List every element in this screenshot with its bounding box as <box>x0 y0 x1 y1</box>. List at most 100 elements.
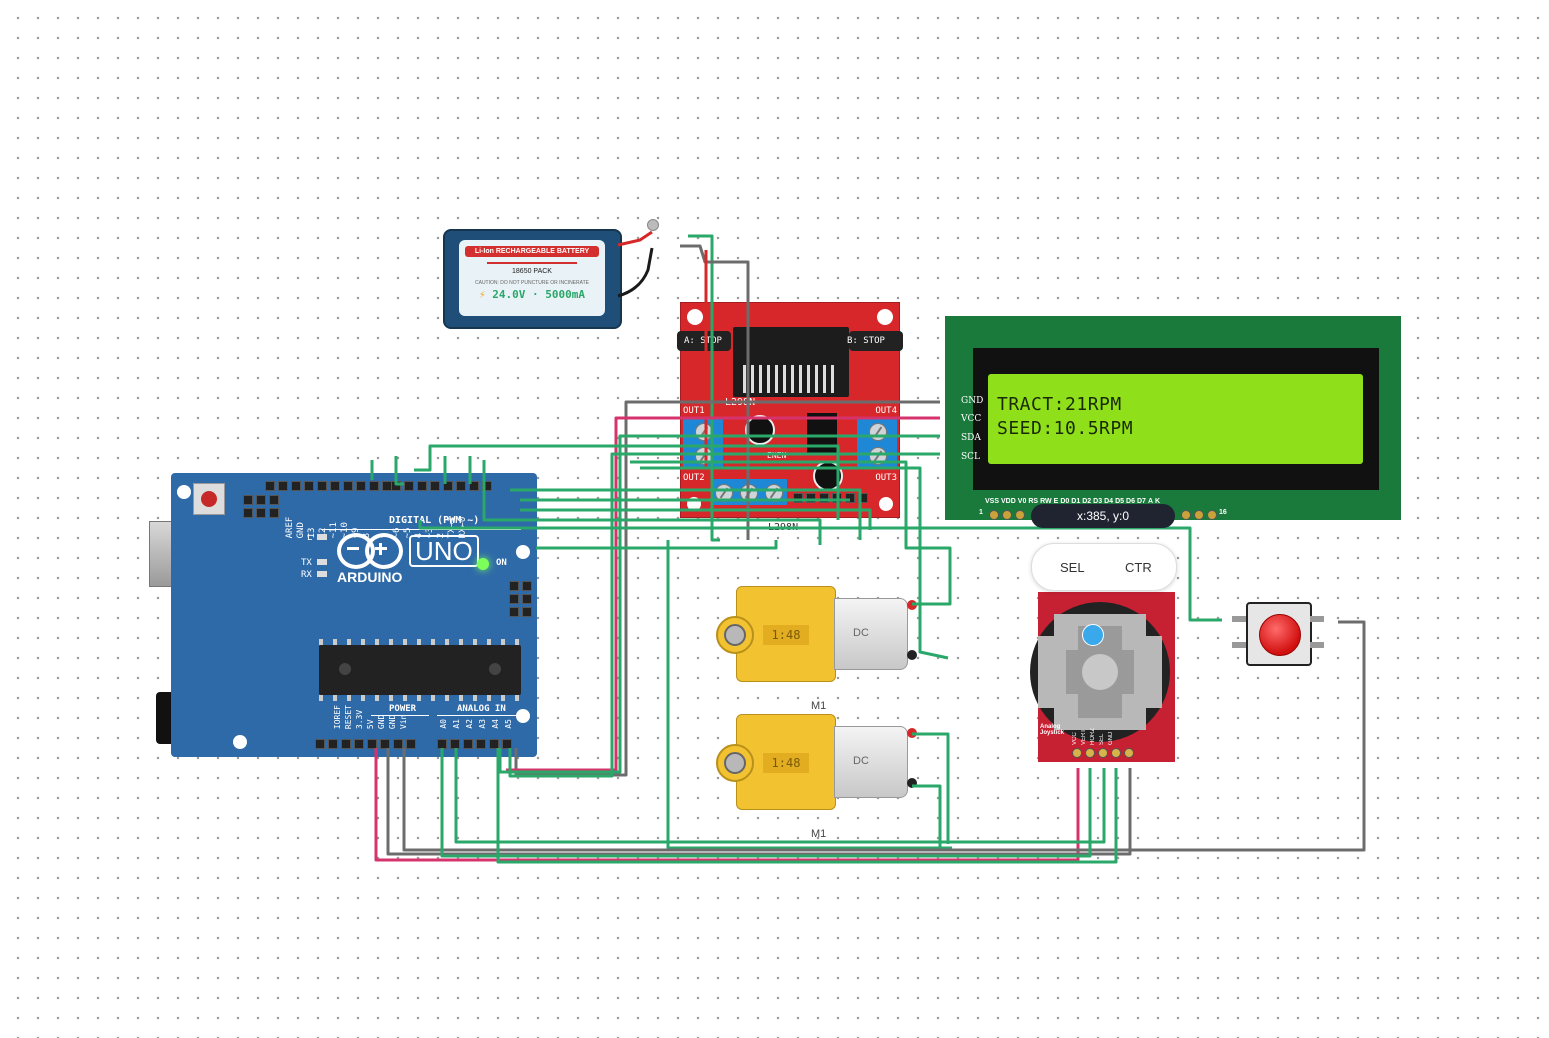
push-button-leg-br <box>1310 642 1324 648</box>
pin-gnd-1: GND <box>377 714 386 730</box>
mount-hole <box>177 485 191 499</box>
screw-icon[interactable] <box>869 423 887 441</box>
pin-a3: A3 <box>478 719 487 729</box>
joystick-pin-horz: HORZ <box>1090 728 1096 745</box>
regulator <box>807 413 837 455</box>
wire-motor2-neg[interactable] <box>912 784 942 850</box>
screw-icon[interactable] <box>869 447 887 465</box>
pin-gnd-2: GND <box>388 714 397 730</box>
pin-a4: A4 <box>491 719 500 729</box>
analog-joystick[interactable]: Analog Joystick VCC VERT HORZ SEL GND <box>1030 592 1175 762</box>
digital-label: DIGITAL (PWM ~) <box>389 515 480 526</box>
wire-d-11[interactable] <box>536 540 778 550</box>
motor-type: DC <box>853 755 869 767</box>
battery-black-lead[interactable] <box>617 247 654 298</box>
power-header[interactable] <box>315 739 416 749</box>
motor-pos-terminal-icon[interactable] <box>907 728 917 738</box>
joystick-pin-vert: VERT <box>1081 729 1087 745</box>
out4-label: OUT4 <box>875 406 897 416</box>
dc-motor-1[interactable]: 1:48 DC <box>716 586 917 682</box>
digital-header-2[interactable] <box>391 481 492 491</box>
driver-bottom-label: L298N <box>768 522 799 533</box>
battery-title: Li-Ion RECHARGEABLE BATTERY <box>465 246 599 257</box>
joystick-pin-vcc: VCC <box>1072 732 1078 745</box>
joystick-header-pins[interactable] <box>1072 748 1134 758</box>
lightning-icon: ⚡ <box>479 288 486 301</box>
lcd-line-1: TRACT:21RPM <box>997 394 1122 415</box>
analog-pin-labels: A0 A1 A2 A3 A4 A5 <box>439 719 513 729</box>
lcd-screen: TRACT:21RPM SEED:10.5RPM <box>988 374 1363 464</box>
lcd-module[interactable]: TRACT:21RPM SEED:10.5RPM GND VCC SDA SCL… <box>945 316 1401 520</box>
heatsink <box>733 327 849 397</box>
screw-icon[interactable] <box>765 484 783 502</box>
screw-icon[interactable] <box>695 423 713 441</box>
motor-ratio: 1:48 <box>763 753 809 773</box>
joystick-pin-labels: VCC VERT HORZ SEL GND <box>1072 728 1114 745</box>
lcd-pin-scl[interactable]: SCL <box>961 452 980 462</box>
motor-neg-terminal-icon[interactable] <box>907 650 917 660</box>
digital-header[interactable] <box>265 481 392 491</box>
icsp-header-top <box>243 495 279 518</box>
sel-button[interactable]: SEL <box>1060 560 1085 575</box>
motor-pos-terminal-icon[interactable] <box>907 600 917 610</box>
motor-shaft-icon <box>716 616 754 654</box>
coordinate-text: x:385, y:0 <box>1076 509 1130 523</box>
led-rx <box>317 571 327 577</box>
joystick-base <box>1030 602 1170 742</box>
control-pins[interactable] <box>793 493 868 503</box>
reset-button[interactable] <box>193 483 225 515</box>
ctr-button[interactable]: CTR <box>1125 560 1152 575</box>
push-button[interactable] <box>1246 602 1312 666</box>
l298n-driver[interactable]: A: STOP B: STOP L298N OUT1 OUT4 OUT2 OUT… <box>677 302 903 518</box>
arduino-model: UNO <box>409 535 479 567</box>
joystick-knob[interactable] <box>1082 654 1118 690</box>
led-l <box>317 534 327 540</box>
battery-pack[interactable]: Li-Ion RECHARGEABLE BATTERY 18650 PACK C… <box>443 229 622 329</box>
screw-icon[interactable] <box>715 484 733 502</box>
terminal-left[interactable] <box>683 417 723 469</box>
lcd-pin-gnd[interactable]: GND <box>961 396 983 406</box>
screw-icon[interactable] <box>740 484 758 502</box>
battery-red-lead[interactable] <box>617 230 653 247</box>
pin-reset: RESET <box>344 705 353 730</box>
enable-label: ENEN <box>767 451 787 460</box>
led-tx <box>317 559 327 565</box>
motor-ratio: 1:48 <box>763 625 809 645</box>
screw-icon[interactable] <box>695 447 713 465</box>
lcd-pin-vcc[interactable]: VCC <box>961 414 981 424</box>
lcd-header-pins-right[interactable] <box>1181 510 1217 520</box>
arduino-uno[interactable]: AREF GND 13 12 ~11 ~10 ~9 8 7 ~6 ~5 4 ~3… <box>171 473 537 757</box>
lcd-header-pins[interactable] <box>989 510 1025 520</box>
pin-vdd: VDD <box>1001 498 1016 505</box>
motor-1-label: M1 <box>811 700 827 712</box>
out2-label: OUT2 <box>683 473 705 483</box>
heatsink-fins <box>743 365 839 393</box>
wire-motor2-pos[interactable] <box>912 732 950 844</box>
analog-header[interactable] <box>437 739 512 749</box>
joystick-label: Analog Joystick <box>1040 724 1065 736</box>
terminal-power[interactable] <box>711 479 787 505</box>
mount-hole-bl <box>687 497 701 511</box>
dc-motor-2[interactable]: 1:48 DC <box>716 714 917 810</box>
driver-b-label: B: STOP <box>847 336 885 346</box>
battery-caution: CAUTION: DO NOT PUNCTURE OR INCINERATE <box>475 280 589 286</box>
joystick-pin-gnd: GND <box>1108 731 1114 745</box>
terminal-right[interactable] <box>857 417 897 469</box>
pin-a5: A5 <box>504 719 513 729</box>
power-led-label: ON <box>496 558 507 568</box>
motor-neg-terminal-icon[interactable] <box>907 778 917 788</box>
analog-label: ANALOG IN <box>457 704 506 714</box>
lcd-pin-sda[interactable]: SDA <box>961 433 981 443</box>
icsp-header-right <box>509 581 533 617</box>
mount-hole <box>516 709 530 723</box>
joystick-pin-sel: SEL <box>1099 733 1105 745</box>
motor-2-label: M1 <box>811 828 827 840</box>
battery-terminal-icon[interactable] <box>647 219 659 231</box>
push-button-cap[interactable] <box>1259 614 1301 656</box>
lcd-pin-last: 16 <box>1219 509 1227 516</box>
mount-hole <box>516 545 530 559</box>
analog-underline <box>437 715 519 716</box>
driver-a-label: A: STOP <box>684 336 722 346</box>
pin-ioref: IOREF <box>333 705 342 730</box>
mount-hole <box>233 735 247 749</box>
